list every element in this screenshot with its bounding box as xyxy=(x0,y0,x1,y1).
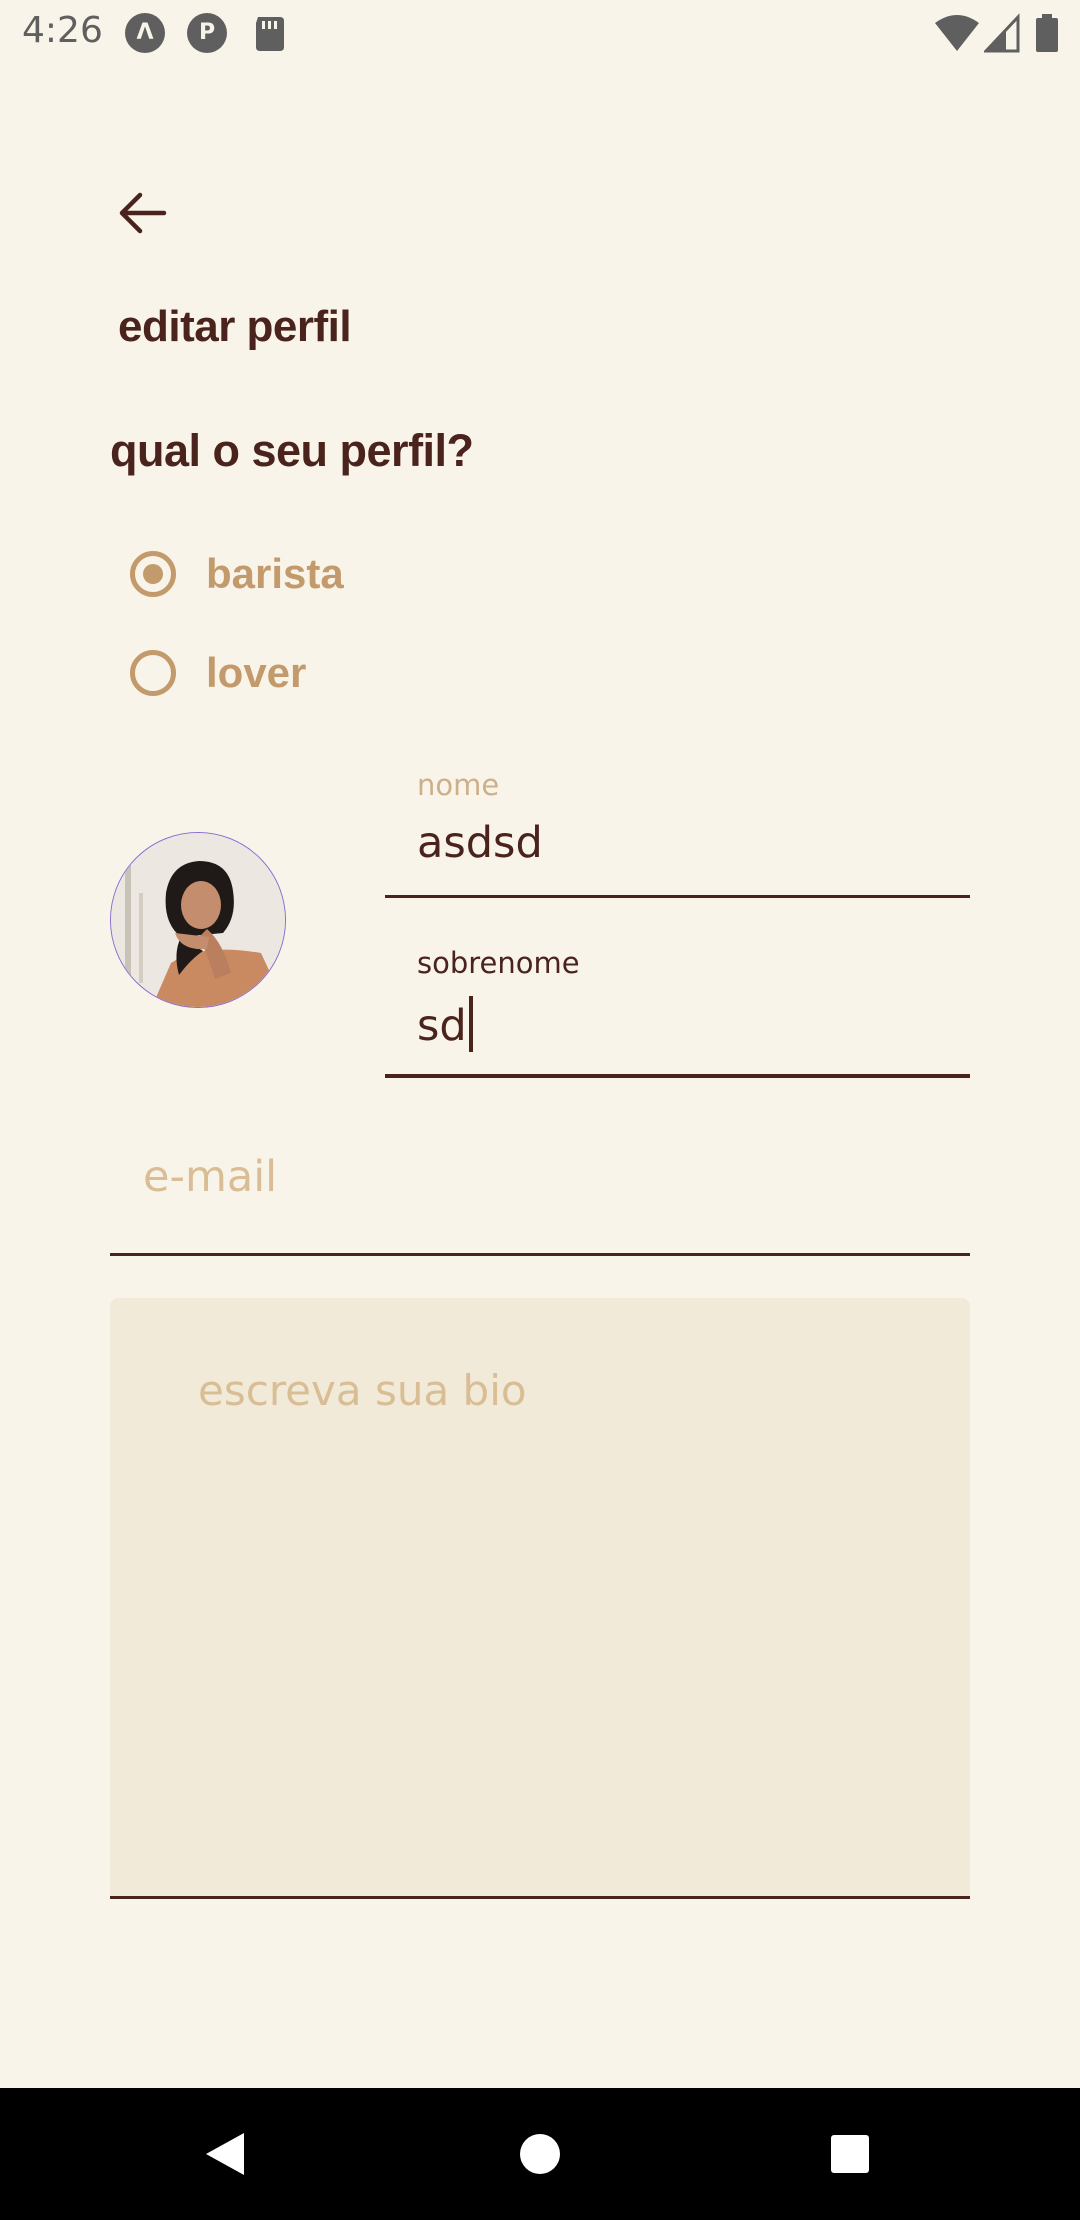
bio-placeholder: escreva sua bio xyxy=(198,1366,527,1415)
profile-question: qual o seu perfil? xyxy=(110,425,474,476)
first-name-value: asdsd xyxy=(417,818,543,868)
radio-unchecked-icon[interactable] xyxy=(130,650,176,696)
page-title: editar perfil xyxy=(118,302,352,351)
arrow-left-icon xyxy=(119,192,167,234)
nav-home-button[interactable] xyxy=(510,2124,570,2184)
home-circle-icon xyxy=(520,2134,560,2174)
radio-label-lover: lover xyxy=(206,649,307,696)
bio-textarea[interactable]: escreva sua bio xyxy=(110,1298,970,1899)
wifi-icon xyxy=(935,15,979,51)
first-name-field[interactable]: nome asdsd xyxy=(385,760,970,898)
battery-icon xyxy=(1036,14,1058,52)
back-button[interactable] xyxy=(110,180,176,246)
app-p-icon: P xyxy=(187,13,227,53)
last-name-value: sd xyxy=(417,1001,467,1051)
cell-signal-icon xyxy=(984,13,1020,53)
avatar[interactable] xyxy=(110,832,286,1008)
radio-option-barista[interactable]: barista xyxy=(130,544,344,604)
bio-underline xyxy=(110,1896,970,1899)
status-bar: 4:26 Λ P xyxy=(0,0,1080,66)
first-name-underline xyxy=(385,895,970,898)
app-a-icon: Λ xyxy=(125,13,165,53)
first-name-label: nome xyxy=(417,768,500,802)
radio-label-barista: barista xyxy=(206,550,344,597)
status-time: 4:26 xyxy=(22,10,103,51)
email-field[interactable]: e-mail xyxy=(110,1140,970,1256)
system-nav-bar xyxy=(0,2088,1080,2220)
nav-recents-button[interactable] xyxy=(820,2124,880,2184)
last-name-label: sobrenome xyxy=(417,946,580,980)
last-name-underline xyxy=(385,1074,970,1078)
nav-back-button[interactable] xyxy=(195,2124,255,2184)
back-triangle-icon xyxy=(206,2133,244,2175)
radio-checked-icon[interactable] xyxy=(130,551,176,597)
text-cursor xyxy=(468,996,473,1052)
email-placeholder: e-mail xyxy=(143,1152,278,1202)
last-name-field[interactable]: sobrenome sd xyxy=(385,938,970,1078)
recents-square-icon xyxy=(831,2135,869,2173)
radio-option-lover[interactable]: lover xyxy=(130,643,306,703)
sd-card-icon xyxy=(256,17,284,51)
email-underline xyxy=(110,1253,970,1256)
profile-photo-icon xyxy=(111,833,285,1007)
